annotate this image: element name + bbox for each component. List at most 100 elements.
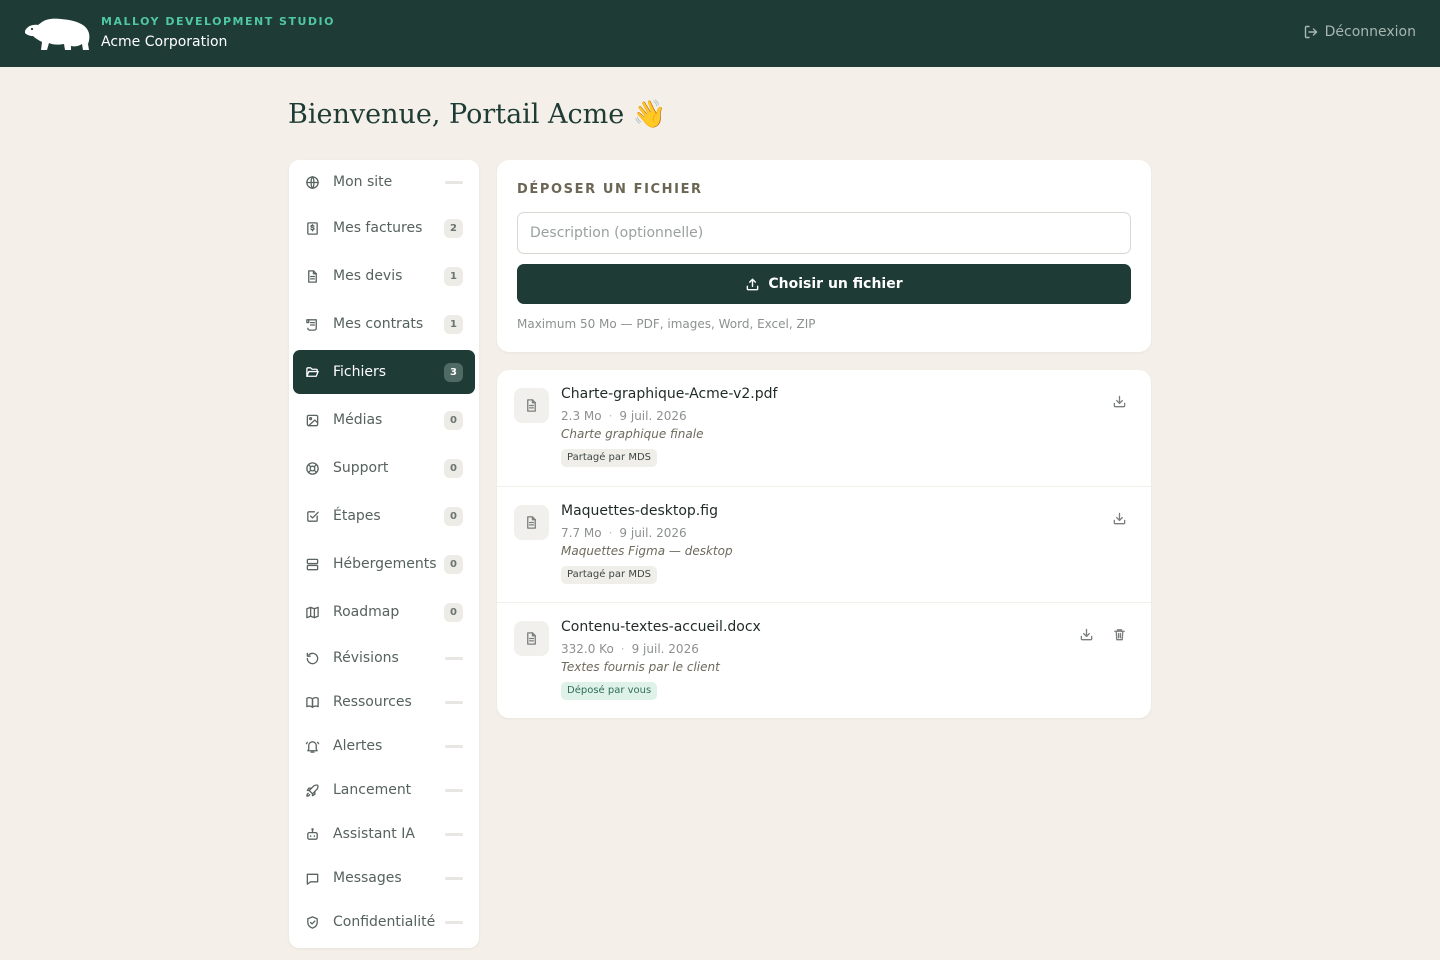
history-icon — [306, 652, 318, 664]
file-row: Charte-graphique-Acme-v2.pdf 2.3 Mo · 9 jui… — [497, 370, 1151, 486]
file-icon — [514, 621, 549, 656]
rocket-icon — [305, 783, 319, 797]
sidebar-item-label: Fichiers — [333, 364, 387, 380]
sidebar-item-label: Messages — [333, 870, 402, 886]
sidebar-item-mes-devis[interactable]: Mes devis 1 — [293, 254, 475, 298]
count-badge: 1 — [444, 266, 463, 286]
sidebar: Mon site Mes factures 2 Mes devis 1 Mes contr… — [289, 160, 479, 948]
sidebar-item-label: Alertes — [333, 738, 383, 754]
file-description: Textes fournis par le client — [561, 660, 720, 674]
empty-badge-placeholder — [445, 180, 463, 184]
delete-button[interactable] — [1110, 625, 1128, 643]
sidebar-item-assistant-ia[interactable]: Assistant IA — [293, 812, 475, 856]
bell-icon — [305, 740, 319, 753]
sidebar-item-alertes[interactable]: Alertes — [293, 724, 475, 768]
map-icon — [304, 604, 320, 620]
sidebar-item-mes-factures[interactable]: Mes factures 2 — [293, 206, 475, 250]
sidebar-item-fichiers[interactable]: Fichiers 3 — [293, 350, 475, 394]
sidebar-item-ressources[interactable]: Ressources — [293, 680, 475, 724]
upload-icon — [747, 278, 759, 290]
file-name[interactable]: Maquettes-desktop.fig — [561, 503, 718, 519]
logout-icon — [1304, 25, 1317, 39]
empty-badge-placeholder — [445, 700, 463, 704]
sidebar-item-lancement[interactable]: Lancement — [293, 768, 475, 812]
book-icon — [305, 696, 319, 708]
download-icon — [1080, 628, 1092, 640]
source-tag: Déposé par vous — [561, 682, 658, 700]
invoice-icon — [306, 221, 318, 235]
sidebar-item-revisions[interactable]: Révisions — [293, 636, 475, 680]
file-date: 9 juil. 2026 — [619, 526, 687, 540]
sidebar-item-confidentialite[interactable]: Confidentialité — [293, 900, 475, 944]
shield-icon — [304, 914, 320, 930]
file-description: Charte graphique finale — [561, 427, 704, 441]
count-badge: 0 — [444, 506, 463, 526]
sidebar-item-mon-site[interactable]: Mon site — [293, 160, 475, 204]
download-button[interactable] — [1077, 625, 1095, 643]
sidebar-item-support[interactable]: Support 0 — [293, 446, 475, 490]
separator-dot: · — [608, 526, 613, 540]
file-row: Maquettes-desktop.fig 7.7 Mo · 9 juil. 2026… — [497, 486, 1151, 602]
image-icon — [304, 412, 320, 428]
shield-icon — [306, 915, 318, 929]
message-icon — [304, 870, 320, 886]
folder-icon — [305, 366, 319, 377]
image-icon — [306, 414, 318, 426]
logout-label: Déconnexion — [1324, 24, 1416, 40]
server-icon — [306, 558, 318, 570]
sidebar-item-mes-contrats[interactable]: Mes contrats 1 — [293, 302, 475, 346]
file-meta: 7.7 Mo · 9 juil. 2026 — [561, 526, 687, 540]
file-icon — [514, 505, 549, 540]
sidebar-item-label: Confidentialité — [333, 914, 436, 930]
map-icon — [305, 606, 319, 618]
choose-file-button[interactable]: Choisir un fichier — [517, 264, 1131, 304]
sidebar-item-label: Support — [333, 460, 389, 476]
rocket-icon — [304, 782, 320, 798]
separator-dot: · — [620, 642, 625, 656]
sidebar-item-label: Mes devis — [333, 268, 403, 284]
file-icon — [527, 632, 536, 645]
file-name[interactable]: Charte-graphique-Acme-v2.pdf — [561, 386, 777, 402]
checkbox-icon — [306, 510, 319, 522]
contract-icon — [305, 318, 317, 331]
bell-icon — [304, 738, 320, 754]
file-date: 9 juil. 2026 — [619, 409, 687, 423]
folder-icon — [304, 364, 320, 380]
sidebar-item-roadmap[interactable]: Roadmap 0 — [293, 590, 475, 634]
file-meta: 2.3 Mo · 9 juil. 2026 — [561, 409, 687, 423]
empty-badge-placeholder — [445, 832, 463, 836]
file-row: Contenu-textes-accueil.docx 332.0 Ko · 9 ju… — [497, 602, 1151, 718]
empty-badge-placeholder — [445, 876, 463, 880]
file-size: 332.0 Ko — [561, 642, 614, 656]
choose-file-label: Choisir un fichier — [768, 276, 903, 292]
sidebar-item-label: Roadmap — [333, 604, 400, 620]
download-button[interactable] — [1110, 392, 1128, 410]
count-badge: 0 — [444, 458, 463, 478]
file-meta: 332.0 Ko · 9 juil. 2026 — [561, 642, 699, 656]
globe-icon — [305, 175, 319, 189]
sidebar-item-label: Révisions — [333, 650, 399, 666]
sidebar-item-label: Mon site — [333, 174, 393, 190]
brand[interactable]: MALLOY DEVELOPMENT STUDIO Acme Corporati… — [23, 15, 335, 52]
sidebar-item-label: Ressources — [333, 694, 412, 710]
contract-icon — [304, 316, 320, 332]
file-description: Maquettes Figma — desktop — [561, 544, 733, 558]
download-icon — [1113, 512, 1125, 524]
logout-button[interactable]: Déconnexion — [1303, 24, 1416, 40]
description-input[interactable] — [517, 212, 1131, 254]
sidebar-item-etapes[interactable]: Étapes 0 — [293, 494, 475, 538]
count-badge: 0 — [444, 410, 463, 430]
file-name[interactable]: Contenu-textes-accueil.docx — [561, 619, 761, 635]
download-button[interactable] — [1110, 509, 1128, 527]
empty-badge-placeholder — [445, 656, 463, 660]
top-bar: MALLOY DEVELOPMENT STUDIO Acme Corporati… — [0, 0, 1440, 67]
empty-badge-placeholder — [445, 744, 463, 748]
sidebar-item-label: Mes factures — [333, 220, 423, 236]
lifebuoy-icon — [305, 461, 319, 475]
files-list: Charte-graphique-Acme-v2.pdf 2.3 Mo · 9 jui… — [497, 370, 1151, 718]
sidebar-item-medias[interactable]: Médias 0 — [293, 398, 475, 442]
upload-card: DÉPOSER UN FICHIER Choisir un fichier Ma… — [497, 160, 1151, 352]
sidebar-item-hebergements[interactable]: Hébergements 0 — [293, 542, 475, 586]
sidebar-item-messages[interactable]: Messages — [293, 856, 475, 900]
count-badge: 0 — [444, 602, 463, 622]
